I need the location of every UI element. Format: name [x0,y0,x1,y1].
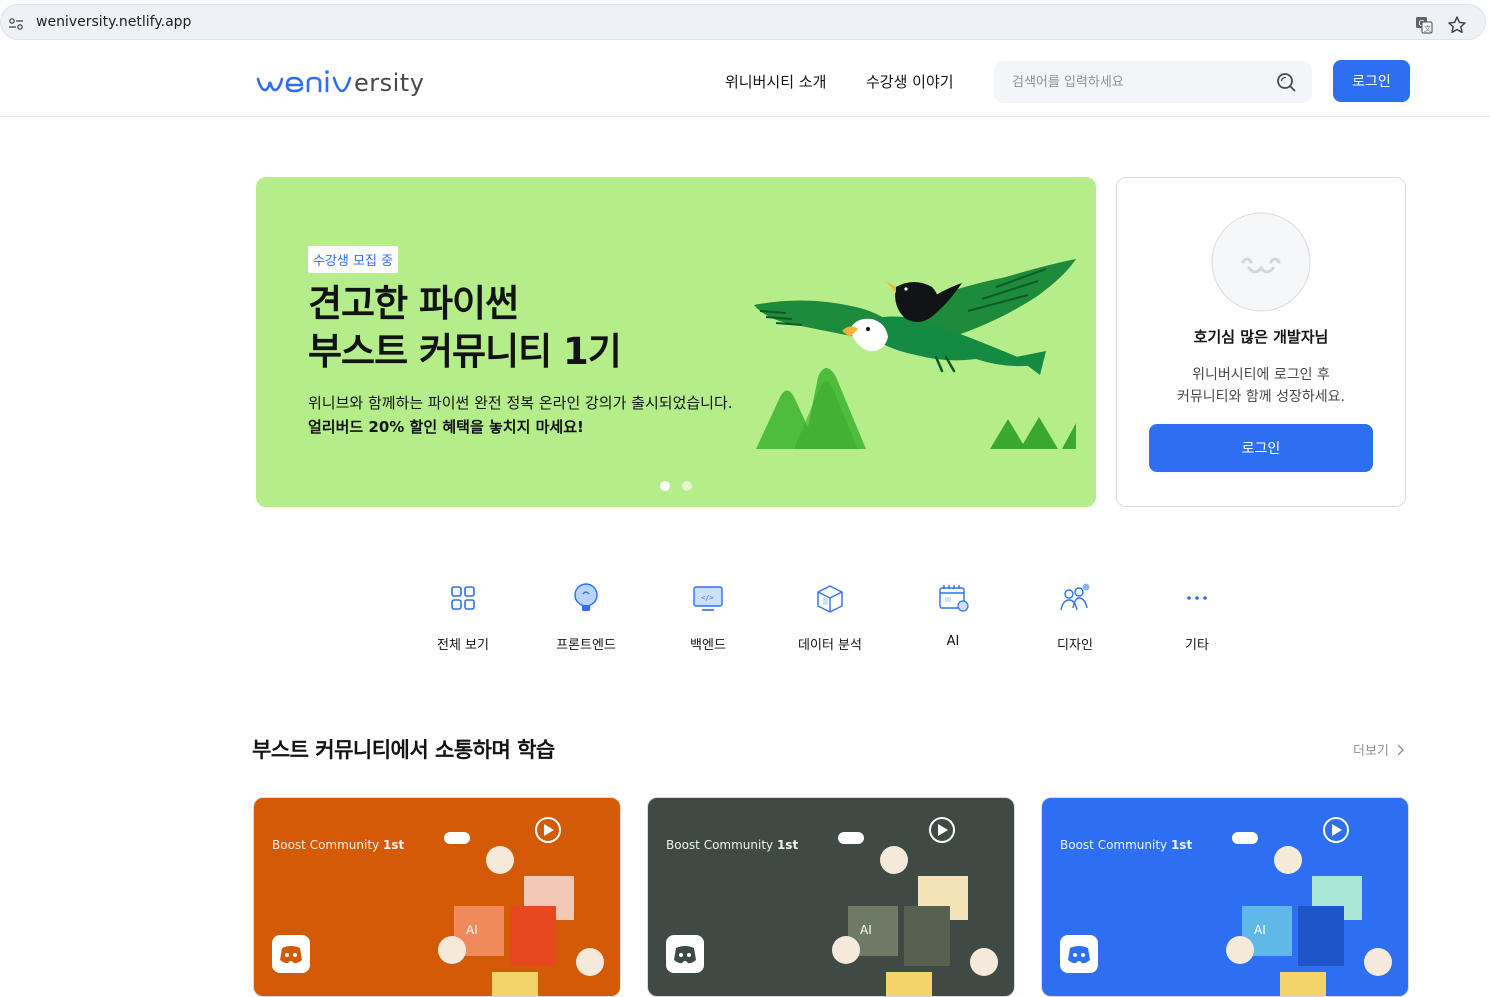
category-all[interactable]: 전체 보기 [413,580,513,653]
header-login-button[interactable]: 로그인 [1333,60,1410,102]
category-frontend[interactable]: 프론트엔드 [536,580,636,653]
carousel-dot-2[interactable] [682,481,692,491]
hero-banner[interactable]: 수강생 모집 중 견고한 파이썬 부스트 커뮤니티 1기 위니브와 함께하는 파… [256,177,1096,507]
carousel-dot-1[interactable] [660,481,670,491]
category-design[interactable]: 디자인 [1025,580,1125,653]
course-label: Boost Community 1st [666,838,798,852]
course-label-strong: 1st [1170,838,1193,852]
svg-text:</>: </> [701,594,714,602]
discord-icon [666,935,704,973]
monitor-code-icon: </> [693,586,723,611]
people-icon [1060,583,1090,611]
more-link[interactable]: 더보기 [1353,740,1405,759]
course-label: Boost Community 1st [272,838,404,852]
search-icon[interactable] [1276,72,1296,92]
category-label: 프론트엔드 [556,638,616,653]
course-card-2[interactable]: Boost Community 1st AI [647,797,1015,997]
more-link-label: 더보기 [1353,744,1389,759]
discord-icon [1060,935,1098,973]
community-illustration: AI [438,817,604,996]
translate-icon[interactable]: G 文 [1415,16,1433,34]
weniversity-logo[interactable]: ersity [256,66,452,100]
url-pill[interactable]: weniversity.netlify.app G 文 [0,4,1486,40]
profile-name: 호기심 많은 개발자님 [1193,328,1329,346]
course-label-strong: 1st [776,838,799,852]
category-label: 디자인 [1057,638,1093,653]
profile-message-line2: 커뮤니티와 함께 성장하세요. [1177,389,1345,405]
banner-title-line1: 견고한 파이썬 [308,282,519,325]
category-backend[interactable]: </> 백엔드 [658,580,758,653]
category-label: 데이터 분석 [798,638,862,653]
community-illustration: AI [1226,817,1392,996]
profile-card: 호기심 많은 개발자님 위니버시티에 로그인 후 커뮤니티와 함께 성장하세요.… [1116,177,1406,507]
logo-wordmark-text: ersity [354,69,424,97]
category-ai[interactable]: AI [903,580,1003,649]
course-card-3[interactable]: Boost Community 1st AI [1041,797,1409,997]
banner-description: 위니브와 함께하는 파이썬 완전 정복 온라인 강의가 출시되었습니다. [308,394,733,412]
profile-message-line1: 위니버시티에 로그인 후 [1192,367,1330,383]
default-avatar [1211,212,1311,312]
bookmark-star-icon[interactable] [1447,15,1467,35]
profile-login-button[interactable]: 로그인 [1149,424,1373,472]
course-label-prefix: Boost Community [272,838,383,852]
banner-title-line2: 부스트 커뮤니티 1기 [308,330,622,373]
more-dots-icon [1187,596,1207,600]
category-label: 백엔드 [690,638,726,653]
profile-message: 위니버시티에 로그인 후 커뮤니티와 함께 성장하세요. [1117,364,1405,408]
banner-title: 견고한 파이썬 부스트 커뮤니티 1기 [308,280,622,376]
svg-text:文: 文 [1424,24,1431,33]
category-label: AI [946,634,960,649]
recruiting-badge: 수강생 모집 중 [308,246,399,273]
svg-text:AI: AI [860,923,872,937]
database-box-icon [817,585,843,613]
discord-icon [272,935,310,973]
browser-address-bar: weniversity.netlify.app G 文 [0,0,1490,46]
course-card-1[interactable]: Boost Community 1st AI [253,797,621,997]
category-label: 기타 [1185,638,1209,653]
community-illustration: AI [832,817,998,996]
nav-stories[interactable]: 수강생 이야기 [866,71,954,92]
svg-text:AI: AI [466,923,478,937]
site-header: ersity 위니버시티 소개 수강생 이야기 로그인 [0,46,1490,117]
category-data[interactable]: 데이터 분석 [780,580,880,653]
svg-text:AI: AI [1254,923,1266,937]
eagle-illustration [754,259,1076,449]
category-etc[interactable]: 기타 [1147,580,1247,653]
site-info-icon[interactable] [8,17,24,31]
url-text[interactable]: weniversity.netlify.app [36,14,191,30]
course-label: Boost Community 1st [1060,838,1192,852]
calendar-ai-icon [939,585,969,612]
category-label: 전체 보기 [437,638,489,653]
course-label-prefix: Boost Community [1060,838,1171,852]
search-box [994,61,1312,103]
course-label-prefix: Boost Community [666,838,777,852]
nav-about[interactable]: 위니버시티 소개 [725,71,826,92]
grid-icon [451,586,475,610]
course-label-strong: 1st [382,838,405,852]
banner-highlight: 얼리버드 20% 할인 혜택을 놓치지 마세요! [308,418,584,436]
search-input[interactable] [1012,61,1262,103]
chevron-right-icon [1397,744,1404,755]
lightbulb-icon [574,583,598,611]
section-title: 부스트 커뮤니티에서 소통하며 학습 [252,738,555,762]
